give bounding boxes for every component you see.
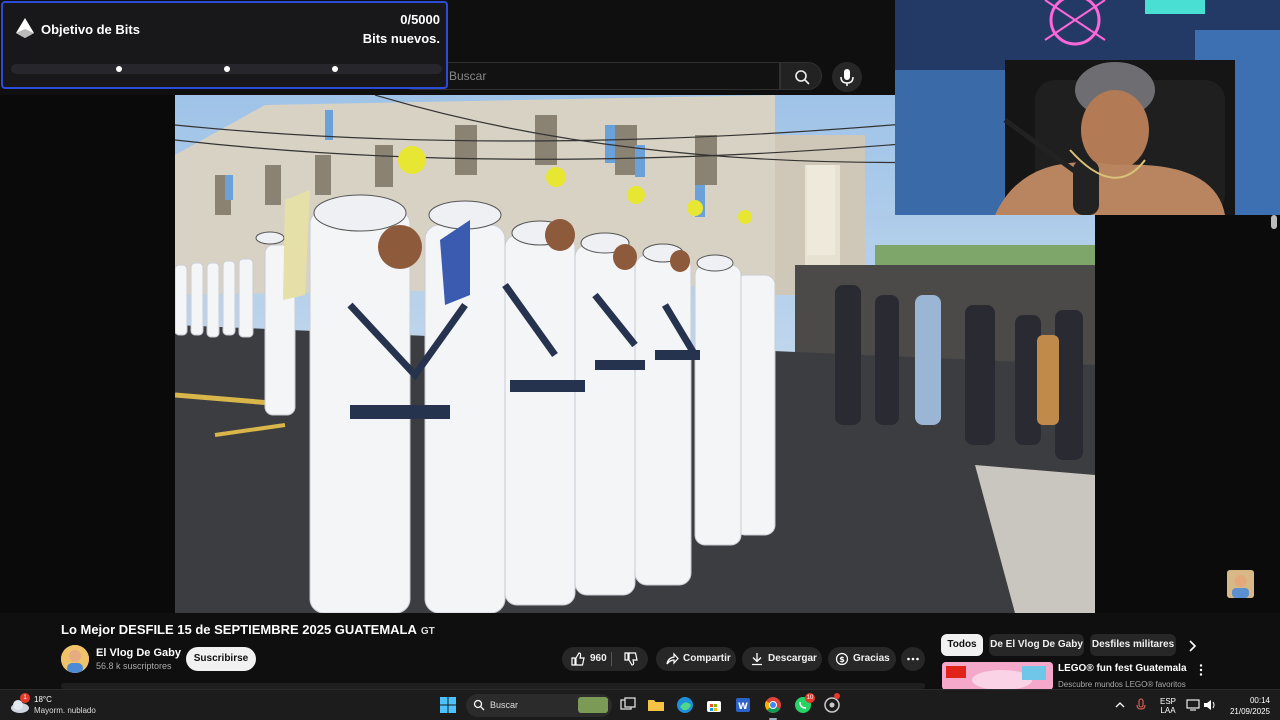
floating-thumbnail[interactable] — [1227, 570, 1254, 598]
chrome-icon[interactable] — [764, 696, 782, 714]
bits-goal-count: 0/5000 — [400, 12, 440, 27]
weather-description[interactable]: Mayorm. nublado — [34, 706, 96, 715]
recommendation-title[interactable]: LEGO® fun fest Guatemala — [1058, 663, 1187, 674]
subscribe-button[interactable]: Suscribirse — [186, 647, 256, 671]
voice-search-button[interactable] — [832, 62, 862, 92]
search-button[interactable] — [780, 62, 822, 90]
webcam-feed — [895, 0, 1280, 215]
like-count[interactable]: 960 — [590, 647, 607, 671]
share-icon — [666, 652, 679, 665]
search-icon — [473, 699, 485, 711]
file-explorer-icon[interactable] — [647, 696, 665, 714]
share-button[interactable]: Compartir — [656, 647, 736, 671]
more-horizontal-icon — [907, 657, 919, 661]
chevron-right-icon[interactable] — [1183, 637, 1201, 655]
whatsapp-badge: 10 — [805, 693, 815, 703]
edge-browser-icon[interactable] — [676, 696, 694, 714]
download-icon — [752, 653, 762, 666]
microphone-icon[interactable] — [1134, 696, 1148, 714]
search-highlight-art — [578, 697, 608, 713]
search-placeholder: Buscar — [449, 69, 487, 83]
svg-text:W: W — [738, 702, 748, 712]
bits-marker-dot — [332, 66, 338, 72]
app-badge — [834, 693, 840, 699]
microphone-icon — [840, 69, 854, 86]
search-input[interactable]: Buscar — [400, 62, 780, 90]
download-label: Descargar — [768, 653, 817, 664]
taskbar-search[interactable]: Buscar — [466, 694, 612, 717]
video-title-flag: GT — [420, 626, 435, 637]
more-vertical-icon[interactable] — [1195, 663, 1207, 677]
volume-icon[interactable] — [1203, 696, 1217, 714]
left-background — [0, 95, 175, 613]
bits-icon — [16, 18, 34, 38]
recommendation-thumbnail[interactable] — [942, 662, 1053, 690]
thumbnail-image — [1227, 570, 1254, 598]
right-background — [1095, 215, 1280, 613]
language-indicator[interactable]: ESP LAA — [1156, 697, 1180, 715]
bits-goal-title: Objetivo de Bits — [41, 22, 140, 37]
scrollbar-thumb[interactable] — [1271, 215, 1277, 229]
super-thanks-icon: $ — [835, 652, 849, 666]
channel-avatar[interactable] — [61, 645, 89, 673]
clock-time: 00:14 — [1249, 696, 1270, 705]
download-button[interactable]: Descargar — [742, 647, 822, 671]
more-actions-button[interactable] — [901, 647, 925, 671]
bits-marker-dot — [224, 66, 230, 72]
search-icon — [795, 70, 810, 85]
chip-desfiles[interactable]: Desfiles militares — [1090, 634, 1176, 656]
network-icon[interactable] — [1186, 696, 1200, 714]
word-icon[interactable]: W — [734, 696, 752, 714]
channel-name[interactable]: El Vlog De Gaby — [96, 647, 181, 659]
windows-taskbar: 1 18°C Mayorm. nublado Buscar W 10 ESP L… — [0, 689, 1280, 720]
svg-text:$: $ — [839, 655, 845, 664]
thumbs-up-icon[interactable] — [571, 652, 585, 666]
bits-marker-dot — [116, 66, 122, 72]
webcam-image — [895, 0, 1280, 215]
recommendation-description: Descubre mundos LEGO® favoritos — [1058, 680, 1186, 689]
like-separator — [611, 652, 612, 666]
chip-todos[interactable]: Todos — [941, 634, 983, 656]
windows-start-icon[interactable] — [439, 696, 457, 714]
thumbs-down-icon[interactable] — [624, 652, 638, 666]
channel-subscribers: 56.8 k suscriptores — [96, 661, 172, 671]
bits-goal-subtitle: Bits nuevos. — [362, 31, 440, 46]
avatar-image — [61, 645, 89, 673]
like-dislike-group: 960 — [562, 647, 648, 671]
lego-thumbnail-image — [942, 662, 1053, 690]
weather-temperature[interactable]: 18°C — [34, 695, 52, 704]
bits-goal-widget: Objetivo de Bits 0/5000 Bits nuevos. — [1, 1, 448, 89]
weather-badge: 1 — [20, 693, 30, 703]
bits-progress-track — [11, 64, 442, 74]
language-code: ESP — [1159, 697, 1176, 706]
share-label: Compartir — [683, 653, 731, 664]
taskbar-search-label: Buscar — [490, 700, 519, 710]
system-clock[interactable]: 00:14 21/09/2025 — [1230, 695, 1270, 717]
task-view-icon[interactable] — [619, 696, 637, 714]
thanks-label: Gracias — [853, 653, 890, 664]
video-title: Lo Mejor DESFILE 15 de SEPTIEMBRE 2025 G… — [61, 622, 435, 637]
store-icon[interactable] — [705, 696, 723, 714]
clock-date: 21/09/2025 — [1229, 707, 1270, 716]
thanks-button[interactable]: $ Gracias — [828, 647, 896, 671]
video-title-text: Lo Mejor DESFILE 15 de SEPTIEMBRE 2025 G… — [61, 622, 417, 637]
chevron-up-icon[interactable] — [1113, 696, 1127, 714]
keyboard-layout: LAA — [1160, 706, 1176, 715]
chip-channel[interactable]: De El Vlog De Gaby — [989, 634, 1084, 656]
